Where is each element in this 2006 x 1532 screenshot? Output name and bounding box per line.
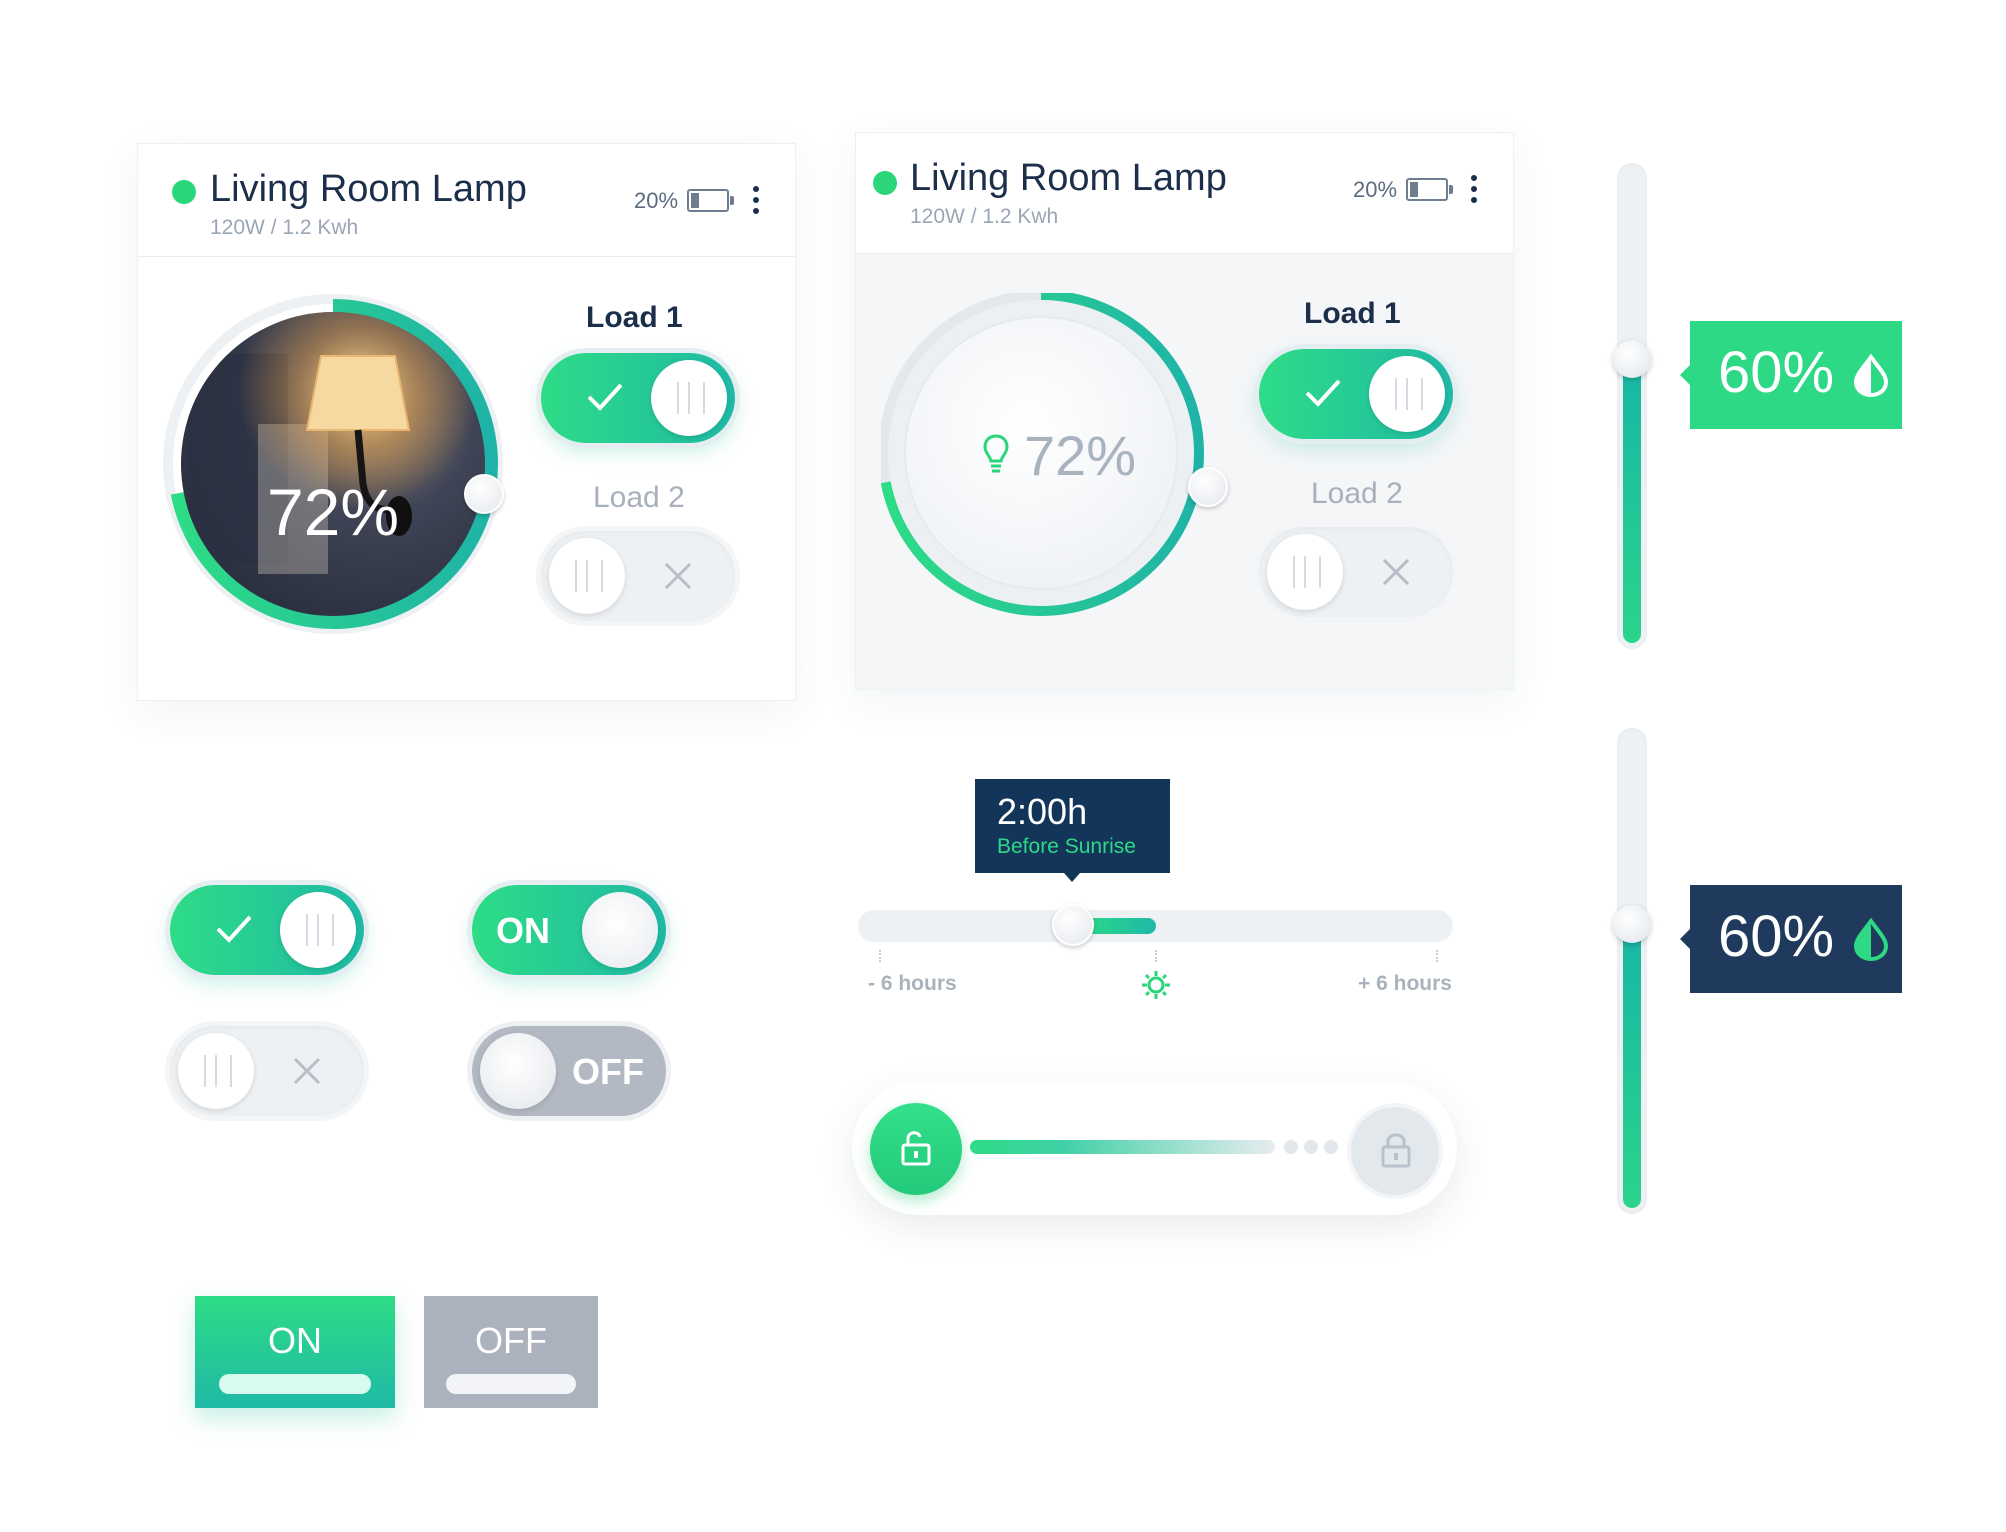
more-vert-icon[interactable]: [1469, 175, 1479, 209]
dial-value: 72%: [266, 475, 400, 549]
check-icon: [216, 915, 252, 943]
slider-value: 60%: [1718, 340, 1835, 405]
toggle-knob: [1369, 356, 1445, 432]
device-subtitle: 120W / 1.2 Kwh: [910, 205, 1059, 228]
online-status-dot: [873, 171, 897, 195]
tooltip-pointer: [1064, 873, 1080, 882]
more-vert-icon[interactable]: [751, 186, 761, 220]
toggle-off-label: OFF: [572, 1051, 644, 1092]
load-2-toggle[interactable]: [541, 531, 735, 621]
close-icon: [664, 562, 692, 590]
load-1-toggle[interactable]: [1259, 349, 1453, 439]
max-label: + 6 hours: [1358, 972, 1452, 995]
slider-handle[interactable]: [1613, 904, 1651, 943]
toggle-knob: [1267, 534, 1343, 610]
toggle-knob: [480, 1033, 556, 1109]
on-button-indicator: [219, 1374, 371, 1394]
toggle-knob: [582, 892, 658, 968]
on-button-label: ON: [268, 1320, 322, 1361]
swipe-dot: [1304, 1140, 1318, 1154]
device-subtitle: 120W / 1.2 Kwh: [210, 216, 359, 239]
dial-value: 72%: [1024, 424, 1137, 487]
off-button-label: OFF: [475, 1320, 547, 1361]
time-tooltip: 2:00h Before Sunrise: [975, 779, 1170, 873]
check-icon: [587, 383, 623, 411]
load-2-toggle[interactable]: [1259, 527, 1453, 617]
load-1-label: Load 1: [1304, 297, 1401, 330]
tooltip-time: 2:00h: [997, 791, 1088, 832]
check-toggle-on[interactable]: [170, 885, 364, 975]
on-button[interactable]: ON: [195, 1296, 395, 1408]
device-card-photo: Living Room Lamp 120W / 1.2 Kwh 20% 72% …: [137, 143, 796, 701]
sun-icon: [1142, 971, 1170, 999]
text-toggle-on[interactable]: ON: [472, 885, 666, 975]
swipe-lock-slider[interactable]: [852, 1081, 1457, 1215]
swipe-progress: [970, 1140, 1275, 1154]
sun-tick: [1155, 950, 1157, 962]
dial-handle[interactable]: [464, 474, 504, 514]
load-1-label: Load 1: [586, 301, 683, 334]
max-tick: [1436, 950, 1438, 962]
unlock-handle[interactable]: [870, 1103, 962, 1195]
swipe-dot: [1324, 1140, 1338, 1154]
lock-target[interactable]: [1347, 1103, 1443, 1199]
card-header: Living Room Lamp 120W / 1.2 Kwh 20%: [856, 133, 1513, 254]
lock-icon: [1381, 1133, 1411, 1168]
toggle-knob: [549, 538, 625, 614]
card-header: Living Room Lamp 120W / 1.2 Kwh 20%: [138, 144, 795, 257]
device-title: Living Room Lamp: [910, 157, 1227, 199]
slider-fill: [1623, 358, 1641, 643]
min-label: - 6 hours: [868, 972, 957, 995]
tooltip-caption: Before Sunrise: [997, 835, 1136, 858]
dial-handle[interactable]: [1188, 467, 1228, 507]
battery-percent: 20%: [1353, 177, 1398, 202]
online-status-dot: [172, 180, 196, 204]
slider-value-tooltip-green: 60%: [1680, 321, 1902, 429]
close-icon: [293, 1057, 321, 1085]
battery-icon: [687, 189, 734, 212]
battery-percent: 20%: [634, 188, 679, 213]
slider-handle[interactable]: [1613, 339, 1651, 378]
min-tick: [879, 950, 881, 962]
drop-icon: [1853, 918, 1889, 962]
off-button[interactable]: OFF: [424, 1296, 598, 1408]
check-toggle-off[interactable]: [170, 1026, 364, 1116]
vertical-slider-navy[interactable]: [1617, 728, 1647, 1214]
toggle-knob: [651, 360, 727, 436]
load-2-label: Load 2: [1311, 477, 1403, 510]
time-slider-handle[interactable]: [1052, 904, 1094, 946]
check-icon: [1305, 379, 1341, 407]
text-toggle-off[interactable]: OFF: [472, 1026, 666, 1116]
close-icon: [1382, 558, 1410, 586]
load-2-label: Load 2: [593, 481, 685, 514]
drop-icon: [1853, 354, 1889, 398]
battery-icon: [1406, 178, 1453, 201]
toggle-on-label: ON: [496, 910, 550, 951]
lock-open-icon: [901, 1131, 931, 1166]
swipe-dot: [1284, 1140, 1298, 1154]
device-card-bulb: Living Room Lamp 120W / 1.2 Kwh 20% 72% …: [855, 132, 1514, 690]
slider-value: 60%: [1718, 904, 1835, 969]
toggle-knob: [178, 1033, 254, 1109]
bulb-icon: [983, 434, 1009, 473]
device-title: Living Room Lamp: [210, 168, 527, 210]
toggle-knob: [280, 892, 356, 968]
slider-fill: [1623, 923, 1641, 1208]
slider-value-tooltip-navy: 60%: [1680, 885, 1902, 993]
vertical-slider-green[interactable]: [1617, 163, 1647, 649]
load-1-toggle[interactable]: [541, 353, 735, 443]
off-button-indicator: [446, 1374, 576, 1394]
